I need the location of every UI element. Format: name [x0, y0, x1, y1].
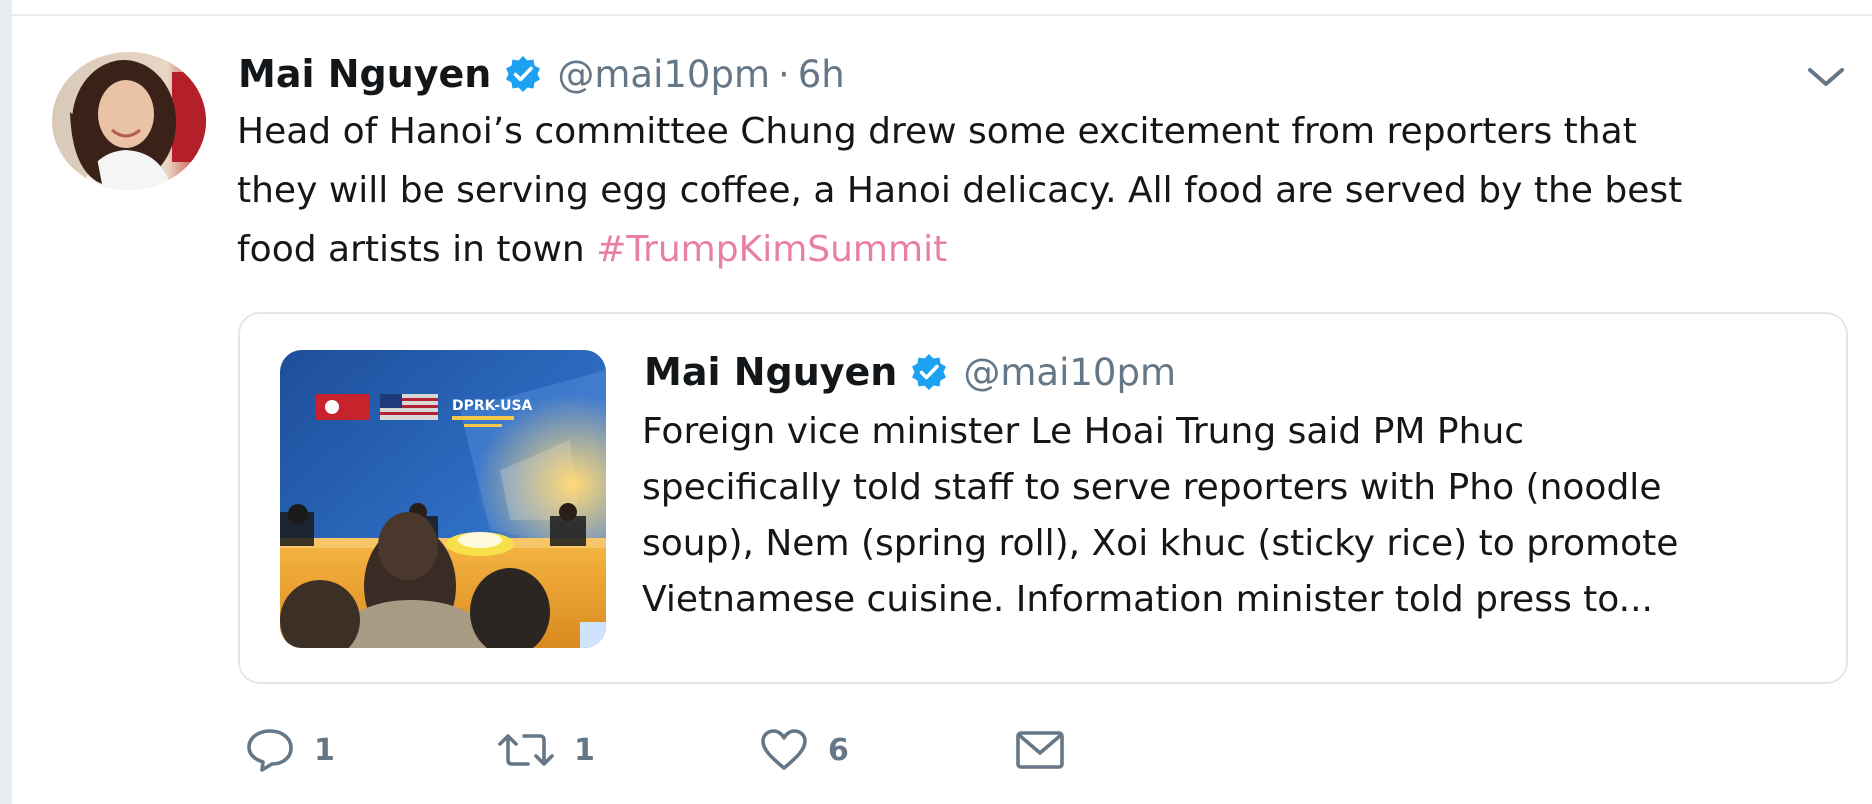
- tweet-text: Head of Hanoi’s committee Chung drew som…: [237, 102, 1847, 279]
- direct-message-button[interactable]: [1014, 722, 1066, 778]
- reply-button[interactable]: 1: [244, 722, 335, 778]
- heart-icon: [758, 726, 810, 774]
- avatar[interactable]: [52, 52, 206, 190]
- quoted-text-line: Vietnamese cuisine. Information minister…: [642, 579, 1653, 620]
- quoted-tweet-image[interactable]: DPRK-USA: [280, 350, 606, 648]
- retweet-icon: [496, 726, 556, 774]
- verified-badge-icon: [503, 54, 543, 94]
- quoted-tweet-text: Foreign vice minister Le Hoai Trung said…: [642, 404, 1822, 628]
- reply-icon: [244, 726, 296, 774]
- like-button[interactable]: 6: [758, 722, 849, 778]
- tweet-text-line: Head of Hanoi’s committee Chung drew som…: [237, 111, 1637, 152]
- author-handle[interactable]: @mai10pm: [557, 53, 770, 96]
- quoted-text-line: Foreign vice minister Le Hoai Trung said…: [642, 411, 1525, 452]
- retweet-count: 1: [574, 732, 595, 768]
- tweet-text-line: food artists in town #TrumpKimSummit: [237, 220, 1847, 279]
- reply-count: 1: [314, 732, 335, 768]
- verified-badge-icon: [909, 352, 949, 392]
- tweet-text-line: they will be serving egg coffee, a Hanoi…: [237, 170, 1683, 211]
- quoted-tweet-card[interactable]: DPRK-USA Mai Nguyen @mai10pm Foreign vic…: [238, 312, 1848, 684]
- avatar-image: [52, 52, 206, 190]
- separator-dot: ·: [777, 52, 790, 96]
- tweet-actions: 1 1 6: [244, 722, 1144, 782]
- quoted-author-name[interactable]: Mai Nguyen: [644, 350, 897, 394]
- tweet-header: Mai Nguyen @mai10pm · 6h: [238, 48, 845, 100]
- tweet-text-segment: food artists in town: [237, 229, 597, 270]
- quoted-text-line: specifically told staff to serve reporte…: [642, 467, 1662, 508]
- quoted-author-handle[interactable]: @mai10pm: [963, 351, 1176, 394]
- tweet-page: Mai Nguyen @mai10pm · 6h Head of Hanoi’s…: [0, 0, 1872, 804]
- tweet-timestamp[interactable]: 6h: [798, 53, 845, 96]
- top-divider: [12, 0, 1872, 16]
- quoted-tweet-header: Mai Nguyen @mai10pm: [644, 344, 1176, 400]
- image-banner-text: DPRK-USA: [452, 398, 533, 414]
- retweet-button[interactable]: 1: [496, 722, 595, 778]
- hashtag-link[interactable]: #TrumpKimSummit: [596, 229, 947, 270]
- left-rail: [0, 0, 12, 804]
- quoted-text-line: soup), Nem (spring roll), Xoi khuc (stic…: [642, 523, 1679, 564]
- like-count: 6: [828, 732, 849, 768]
- chevron-down-icon[interactable]: [1804, 56, 1848, 100]
- envelope-icon: [1014, 727, 1066, 773]
- author-name[interactable]: Mai Nguyen: [238, 52, 491, 96]
